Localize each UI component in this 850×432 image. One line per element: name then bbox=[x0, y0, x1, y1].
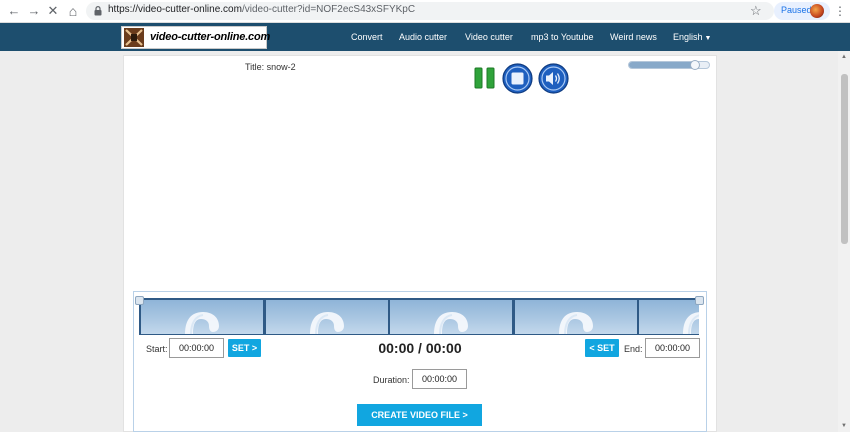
filmstrip-frame bbox=[514, 300, 637, 334]
nav-link-weird-news[interactable]: Weird news bbox=[610, 32, 657, 42]
scrollbar-thumb[interactable] bbox=[841, 74, 848, 244]
frame-thumbnail bbox=[434, 312, 468, 334]
browser-menu-icon[interactable]: ⋮ bbox=[834, 3, 846, 19]
filmstrip-frame bbox=[141, 300, 263, 334]
end-label: End: bbox=[624, 344, 643, 354]
nav-link-mp3-to-youtube[interactable]: mp3 to Youtube bbox=[531, 32, 594, 42]
duration-label: Duration: bbox=[373, 375, 410, 385]
duration-input[interactable] bbox=[412, 369, 467, 389]
browser-toolbar: ← → ✕ ⌂ https://video-cutter-online.com/… bbox=[0, 0, 850, 23]
speaker-icon[interactable] bbox=[538, 63, 569, 94]
frame-thumbnail bbox=[558, 312, 593, 334]
url-path: /video-cutter?id=NOF2ecS43xSFYKpC bbox=[241, 4, 416, 15]
filmstrip-frame bbox=[639, 300, 699, 334]
trim-end-handle[interactable] bbox=[695, 296, 704, 305]
language-dropdown[interactable]: English ▼ bbox=[673, 32, 711, 42]
home-icon[interactable]: ⌂ bbox=[65, 3, 81, 19]
set-start-button[interactable]: SET > bbox=[228, 339, 261, 357]
language-label: English bbox=[673, 32, 703, 42]
lock-icon bbox=[94, 6, 102, 16]
video-filmstrip[interactable] bbox=[139, 298, 699, 335]
nav-link-audio-cutter[interactable]: Audio cutter bbox=[399, 32, 447, 42]
back-arrow-icon[interactable]: ← bbox=[6, 3, 22, 19]
url-text: https://video-cutter-online.com/video-cu… bbox=[108, 4, 415, 15]
forward-arrow-icon[interactable]: → bbox=[26, 3, 42, 19]
create-video-file-button[interactable]: CREATE VIDEO FILE > bbox=[357, 404, 482, 426]
nav-link-convert[interactable]: Convert bbox=[351, 32, 383, 42]
avatar bbox=[810, 4, 824, 18]
volume-fill bbox=[629, 62, 695, 68]
filmstrip-frame bbox=[265, 300, 388, 334]
nav-link-video-cutter[interactable]: Video cutter bbox=[465, 32, 513, 42]
set-end-button[interactable]: < SET bbox=[585, 339, 619, 357]
url-host: https://video-cutter-online.com bbox=[108, 4, 242, 15]
address-bar[interactable]: https://video-cutter-online.com/video-cu… bbox=[86, 2, 774, 20]
frame-thumbnail bbox=[309, 312, 344, 334]
profile-status: Paused bbox=[781, 5, 812, 15]
trim-start-handle[interactable] bbox=[135, 296, 144, 305]
start-label: Start: bbox=[146, 344, 168, 354]
volume-slider[interactable] bbox=[628, 60, 710, 70]
stop-icon[interactable] bbox=[502, 63, 533, 94]
end-time-input[interactable] bbox=[645, 338, 700, 358]
stop-loading-icon[interactable]: ✕ bbox=[45, 3, 61, 19]
start-time-input[interactable] bbox=[169, 338, 224, 358]
profile-button[interactable]: Paused bbox=[774, 2, 830, 20]
video-title: Title: snow-2 bbox=[245, 62, 296, 72]
logo-film-icon bbox=[124, 28, 144, 47]
frame-thumbnail bbox=[185, 312, 219, 334]
pause-icon[interactable] bbox=[474, 66, 496, 90]
filmstrip-frame bbox=[390, 300, 512, 334]
volume-slider-handle[interactable] bbox=[689, 60, 700, 70]
logo-text: video-cutter-online.com bbox=[150, 31, 271, 43]
site-logo[interactable]: video-cutter-online.com bbox=[121, 26, 271, 49]
scroll-up-arrow-icon[interactable]: ▲ bbox=[840, 53, 848, 61]
bookmark-star-icon[interactable]: ☆ bbox=[750, 3, 762, 19]
frame-thumbnail bbox=[683, 312, 699, 334]
caret-down-icon: ▼ bbox=[704, 35, 712, 42]
time-display: 00:00 / 00:00 bbox=[378, 340, 462, 356]
scroll-down-arrow-icon[interactable]: ▼ bbox=[840, 422, 848, 430]
